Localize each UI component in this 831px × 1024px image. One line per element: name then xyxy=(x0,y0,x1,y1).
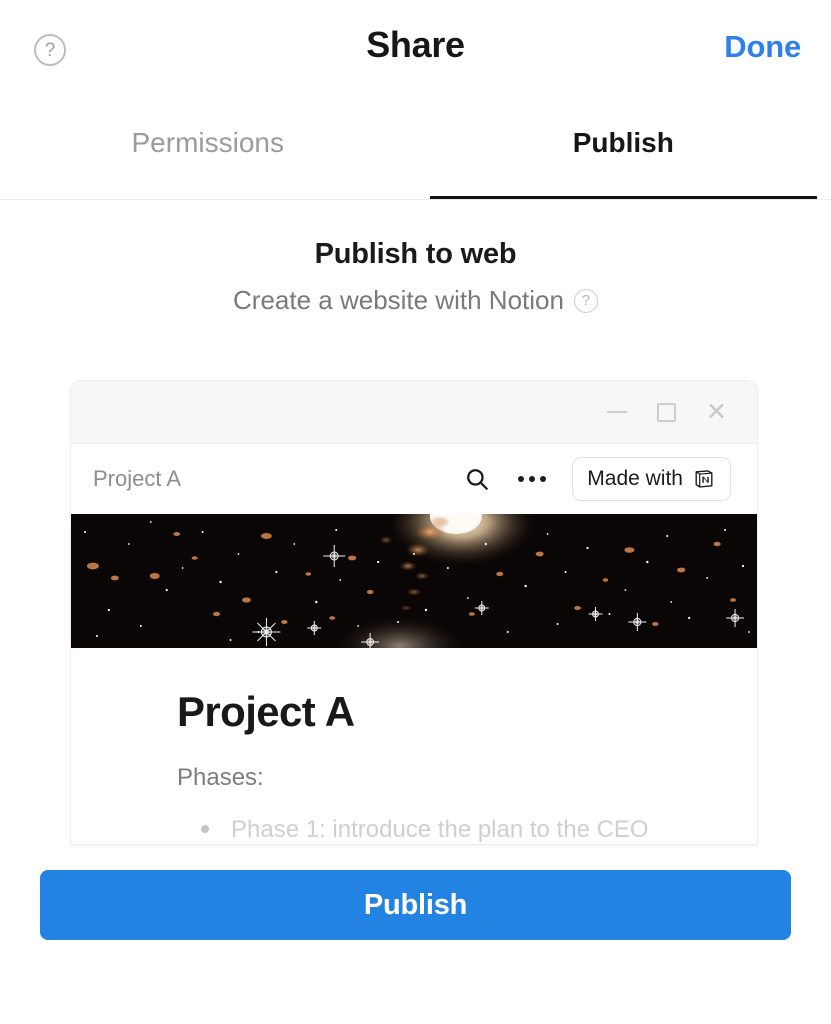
share-publish-dialog: ? Share Done Permissions Publish Publish… xyxy=(0,0,831,1024)
site-preview: ✕ Project A Made with Project A Phases: … xyxy=(70,380,758,850)
made-with-label: Made with xyxy=(587,467,683,490)
notion-logo-icon xyxy=(692,467,716,491)
preview-page-title: Project A xyxy=(177,688,355,735)
preview-bullet-item: Phase 1: introduce the plan to the CEO xyxy=(177,816,757,844)
tab-permissions[interactable]: Permissions xyxy=(0,100,416,200)
done-button[interactable]: Done xyxy=(724,29,801,65)
maximize-icon[interactable] xyxy=(657,402,677,422)
minimize-icon[interactable] xyxy=(607,411,628,413)
section-title: Publish to web xyxy=(314,238,517,270)
dialog-header: ? Share Done xyxy=(0,0,831,100)
close-icon[interactable]: ✕ xyxy=(706,399,727,425)
site-title: Project A xyxy=(93,466,182,491)
cover-image xyxy=(71,514,757,648)
preview-bullet-text: Phase 1: introduce the plan to the CEO xyxy=(231,816,649,843)
window-title-bar: ✕ xyxy=(71,381,757,444)
search-icon[interactable] xyxy=(462,464,492,494)
tab-publish[interactable]: Publish xyxy=(416,100,831,200)
section-subtitle: Create a website with Notion xyxy=(233,285,564,315)
browser-mockup: ✕ Project A Made with Project A Phases: … xyxy=(70,380,758,845)
bullet-dot-icon xyxy=(201,825,209,833)
page-title: Share xyxy=(366,24,465,65)
site-toolbar: Project A Made with xyxy=(71,444,757,514)
preview-paragraph: Phases: xyxy=(177,764,264,791)
tab-bar-divider xyxy=(0,199,831,200)
publish-section-header: Publish to web Create a website with Not… xyxy=(0,238,831,316)
preview-page-content: Project A Phases: Phase 1: introduce the… xyxy=(71,648,757,844)
made-with-notion-badge[interactable]: Made with xyxy=(572,457,731,501)
question-circle-icon[interactable]: ? xyxy=(573,288,598,313)
tab-bar: Permissions Publish xyxy=(0,100,831,200)
publish-button[interactable]: Publish xyxy=(40,870,791,940)
more-horizontal-icon[interactable] xyxy=(510,476,554,482)
section-subtitle-row: Create a website with Notion ? xyxy=(0,285,831,316)
